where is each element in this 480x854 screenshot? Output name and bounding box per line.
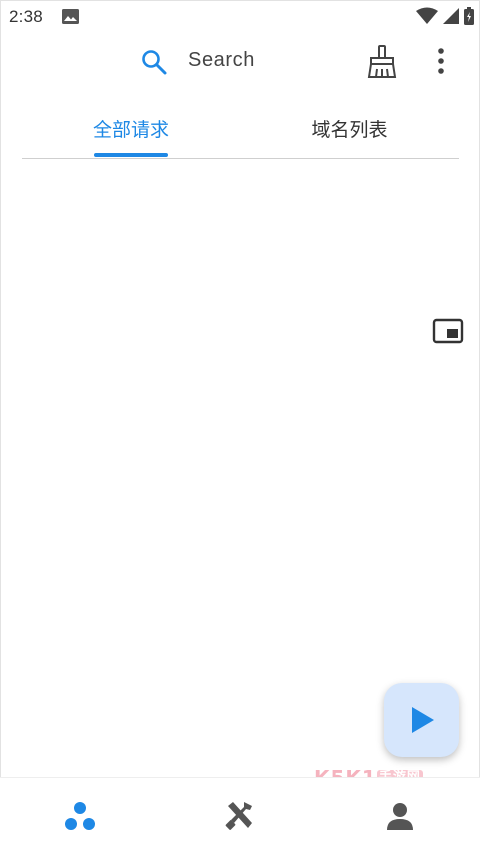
bottom-navigation [0, 777, 480, 854]
search-input[interactable]: Search [188, 49, 255, 72]
search-icon[interactable] [140, 48, 168, 81]
picture-in-picture-icon[interactable] [432, 317, 464, 350]
play-icon [412, 707, 434, 733]
broom-icon[interactable] [366, 45, 398, 84]
nav-requests[interactable] [0, 778, 160, 854]
signal-icon [442, 7, 460, 30]
status-time: 2:38 [9, 7, 43, 26]
status-bar: 2:38 [0, 0, 480, 34]
tab-indicator [94, 153, 168, 157]
tab-bar: 全部请求 域名列表 [22, 100, 459, 159]
wifi-icon [416, 7, 438, 30]
bubbles-icon [65, 802, 95, 830]
toolbar: Search [0, 34, 480, 94]
more-vert-icon[interactable] [429, 47, 453, 80]
start-capture-button[interactable] [384, 683, 459, 757]
nav-profile[interactable] [320, 778, 480, 854]
person-icon [387, 803, 413, 830]
image-icon [62, 9, 79, 29]
battery-icon [464, 7, 474, 30]
nav-tools[interactable] [160, 778, 320, 854]
tab-domain-list[interactable]: 域名列表 [240, 100, 459, 156]
tab-all-requests[interactable]: 全部请求 [22, 100, 240, 156]
status-icons [416, 7, 474, 30]
tools-icon [225, 802, 252, 830]
